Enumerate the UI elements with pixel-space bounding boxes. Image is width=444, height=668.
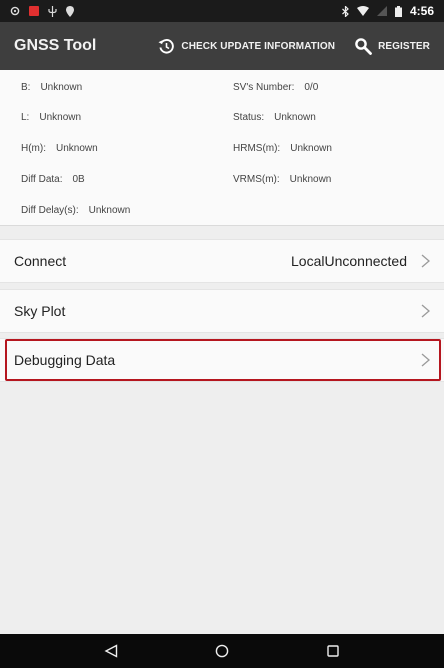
back-icon — [104, 644, 117, 658]
chevron-right-icon — [421, 304, 430, 318]
info-vrms: VRMS(m): Unknown — [233, 174, 332, 185]
recents-icon — [327, 645, 340, 657]
settings-icon — [10, 6, 20, 16]
key-icon — [355, 37, 372, 55]
back-button[interactable] — [91, 634, 131, 668]
register-label: REGISTER — [378, 40, 430, 52]
info-sv-number: SV's Number: 0/0 — [233, 82, 319, 93]
sky-plot-row[interactable]: Sky Plot — [0, 289, 444, 333]
info-b: B: Unknown — [21, 82, 83, 93]
connection-status: LocalUnconnected — [291, 253, 407, 269]
debugging-data-row[interactable]: Debugging Data — [0, 338, 444, 382]
info-l: L: Unknown — [21, 112, 82, 123]
sky-plot-label: Sky Plot — [14, 303, 66, 319]
home-button[interactable] — [202, 634, 242, 668]
check-update-label: CHECK UPDATE INFORMATION — [181, 40, 336, 52]
debugging-data-label: Debugging Data — [14, 352, 116, 368]
home-icon — [215, 644, 229, 658]
info-diff-data: Diff Data: 0B — [21, 174, 85, 185]
usb-icon — [48, 5, 57, 17]
check-update-button[interactable]: CHECK UPDATE INFORMATION — [158, 38, 335, 55]
navigation-bar — [0, 634, 444, 668]
battery-icon — [394, 5, 402, 17]
chevron-right-icon — [421, 254, 430, 268]
bluetooth-icon — [342, 5, 349, 17]
info-hrms: HRMS(m): Unknown — [233, 143, 332, 154]
signal-icon — [376, 6, 387, 16]
info-h: H(m): Unknown — [21, 143, 98, 154]
register-button[interactable]: REGISTER — [355, 37, 430, 55]
notification-icon — [29, 6, 39, 16]
status-time: 4:56 — [409, 4, 434, 18]
info-status: Status: Unknown — [233, 112, 316, 123]
info-diff-delay: Diff Delay(s): Unknown — [21, 205, 131, 216]
location-icon — [66, 5, 74, 17]
recents-button[interactable] — [313, 634, 353, 668]
app-title: GNSS Tool — [14, 37, 97, 54]
position-info-panel: B: Unknown L: Unknown H(m): Unknown Diff Da… — [0, 70, 444, 226]
chevron-right-icon — [421, 353, 430, 367]
connect-label: Connect — [14, 253, 67, 269]
status-bar: 4:56 — [0, 0, 444, 22]
history-icon — [158, 38, 175, 55]
wifi-icon — [356, 6, 369, 16]
app-bar: GNSS Tool CHECK UPDATE INFORMATION REGIS… — [0, 22, 444, 70]
connect-row[interactable]: Connect LocalUnconnected — [0, 239, 444, 283]
